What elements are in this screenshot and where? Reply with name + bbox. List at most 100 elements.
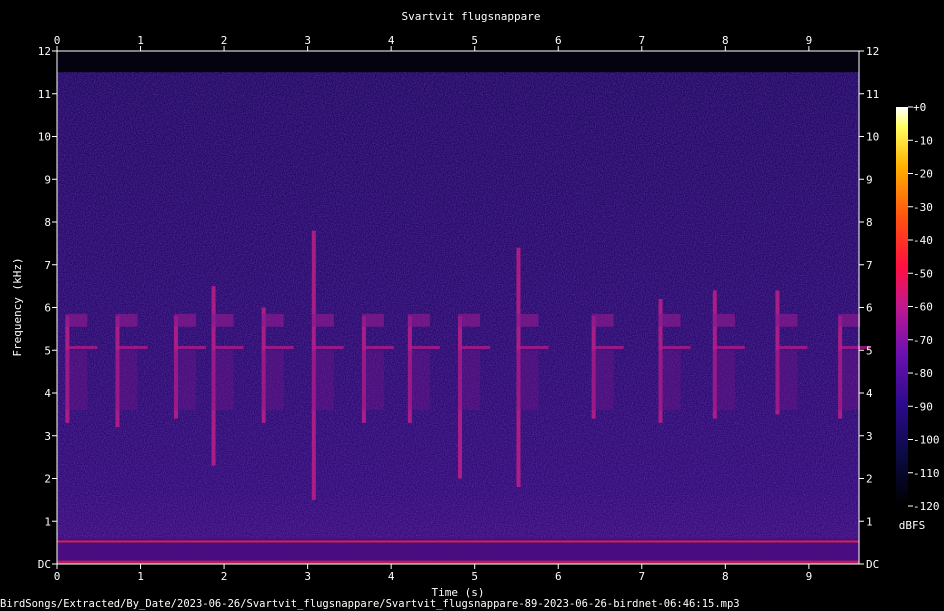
colorbar-tick-label-10: -100 — [913, 434, 940, 447]
y-tick-label-right-4: 4 — [866, 387, 873, 400]
call-band-4 — [261, 345, 294, 349]
call-upper-11 — [658, 313, 681, 327]
x-tick-label-top-1: 1 — [137, 34, 144, 47]
call-upper-1 — [115, 313, 138, 327]
colorbar-gradient — [896, 107, 908, 506]
call-upper-14 — [838, 313, 861, 327]
colorbar-tick-label-7: -70 — [913, 334, 933, 347]
x-tick-label-bottom-8: 8 — [722, 570, 729, 583]
colorbar-tick-label-2: -20 — [913, 168, 933, 181]
x-tick-label-top-6: 6 — [555, 34, 562, 47]
call-band-13 — [775, 345, 808, 349]
y-tick-label-right-11: 11 — [866, 88, 879, 101]
call-band-1 — [115, 345, 148, 349]
colorbar-ticks: +0 -10 -20 -30 -40 -50 -60 -70 -80 -90 -100 -110 -12… — [908, 101, 940, 513]
call-upper-7 — [407, 313, 430, 327]
call-band-8 — [458, 345, 490, 349]
x-tick-label-top-4: 4 — [388, 34, 395, 47]
y-tick-label-left-10: 10 — [38, 131, 51, 144]
x-tick-label-top-9: 9 — [806, 34, 813, 47]
y-tick-label-left-4: 4 — [44, 387, 51, 400]
call-upper-0 — [65, 313, 88, 327]
colorbar-tick-label-12: -120 — [913, 500, 940, 513]
y-tick-label-right-2: 2 — [866, 473, 873, 486]
x-tick-label-bottom-9: 9 — [806, 570, 813, 583]
x-tick-label-top-2: 2 — [221, 34, 228, 47]
y-tick-label-left-6: 6 — [44, 302, 51, 315]
call-band-6 — [361, 345, 394, 349]
call-upper-13 — [775, 313, 798, 327]
call-band-7 — [407, 345, 440, 349]
call-tail-7 — [407, 350, 430, 411]
x-tick-label-top-5: 5 — [471, 34, 478, 47]
spectrogram-plot — [57, 51, 871, 564]
colorbar-tick-label-3: -30 — [913, 201, 933, 214]
y-tick-label-left-7: 7 — [44, 259, 51, 272]
spectrogram-figure: Svartvit flugsnappare 001122334455667788… — [0, 10, 940, 610]
file-path: BirdSongs/Extracted/By_Date/2023-06-26/S… — [0, 598, 740, 610]
x-tick-label-bottom-1: 1 — [137, 570, 144, 583]
y-tick-label-right-1: 1 — [866, 515, 873, 528]
colorbar-label: dBFS — [899, 519, 926, 532]
call-upper-9 — [516, 313, 539, 327]
call-upper-3 — [211, 313, 234, 327]
y-tick-label-right-6: 6 — [866, 302, 873, 315]
y-tick-label-right-3: 3 — [866, 430, 873, 443]
y-tick-label-left-11: 11 — [38, 88, 51, 101]
call-tail-5 — [311, 350, 334, 411]
call-upper-2 — [173, 313, 196, 327]
colorbar-tick-label-8: -80 — [913, 367, 933, 380]
y-tick-label-right-7: 7 — [866, 259, 873, 272]
call-tail-4 — [261, 350, 284, 411]
y-tick-label-right-10: 10 — [866, 131, 879, 144]
low-frequency-band — [57, 538, 859, 564]
y-tick-label-right-5: 5 — [866, 344, 873, 357]
dc-line — [57, 560, 859, 564]
call-tail-8 — [458, 350, 480, 411]
x-tick-label-bottom-0: 0 — [54, 570, 61, 583]
call-upper-4 — [261, 313, 284, 327]
y-tick-label-left-3: 3 — [44, 430, 51, 443]
call-upper-12 — [712, 313, 735, 327]
call-tail-3 — [211, 350, 234, 411]
call-tail-11 — [658, 350, 681, 411]
x-tick-label-bottom-2: 2 — [221, 570, 228, 583]
low-band-line — [57, 540, 859, 543]
call-tail-2 — [173, 350, 196, 411]
x-tick-label-top-3: 3 — [304, 34, 311, 47]
y-tick-label-left-1: 1 — [44, 515, 51, 528]
x-tick-label-bottom-6: 6 — [555, 570, 562, 583]
colorbar-tick-label-1: -10 — [913, 134, 933, 147]
x-tick-label-bottom-3: 3 — [304, 570, 311, 583]
call-upper-8 — [458, 313, 480, 327]
x-tick-label-bottom-7: 7 — [638, 570, 645, 583]
x-tick-label-top-0: 0 — [54, 34, 61, 47]
colorbar: +0 -10 -20 -30 -40 -50 -60 -70 -80 -90 -100 -110 -12… — [896, 101, 940, 532]
colorbar-tick-label-6: -60 — [913, 301, 933, 314]
y-tick-label-right-8: 8 — [866, 216, 873, 229]
call-tail-12 — [712, 350, 735, 411]
call-band-0 — [65, 345, 98, 349]
colorbar-tick-label-0: +0 — [913, 101, 926, 114]
y-tick-label-left-5: 5 — [44, 344, 51, 357]
call-band-2 — [173, 345, 206, 349]
x-tick-label-top-7: 7 — [638, 34, 645, 47]
y-tick-label-right-9: 9 — [866, 173, 873, 186]
call-band-11 — [658, 345, 691, 349]
x-tick-label-bottom-4: 4 — [388, 570, 395, 583]
call-band-12 — [712, 345, 745, 349]
colorbar-tick-label-4: -40 — [913, 234, 933, 247]
call-tail-6 — [361, 350, 384, 411]
call-tail-13 — [775, 350, 798, 411]
call-band-10 — [591, 345, 624, 349]
call-upper-5 — [311, 313, 334, 327]
y-tick-label-left-8: 8 — [44, 216, 51, 229]
x-tick-label-bottom-5: 5 — [471, 570, 478, 583]
y-tick-label-left-2: 2 — [44, 473, 51, 486]
y-tick-label-left-9: 9 — [44, 173, 51, 186]
y-tick-label-right-0: DC — [866, 558, 879, 571]
call-tail-1 — [115, 350, 138, 411]
call-tail-14 — [838, 350, 861, 411]
y-axis-label: Frequency (kHz) — [11, 257, 24, 356]
call-upper-10 — [591, 313, 614, 327]
